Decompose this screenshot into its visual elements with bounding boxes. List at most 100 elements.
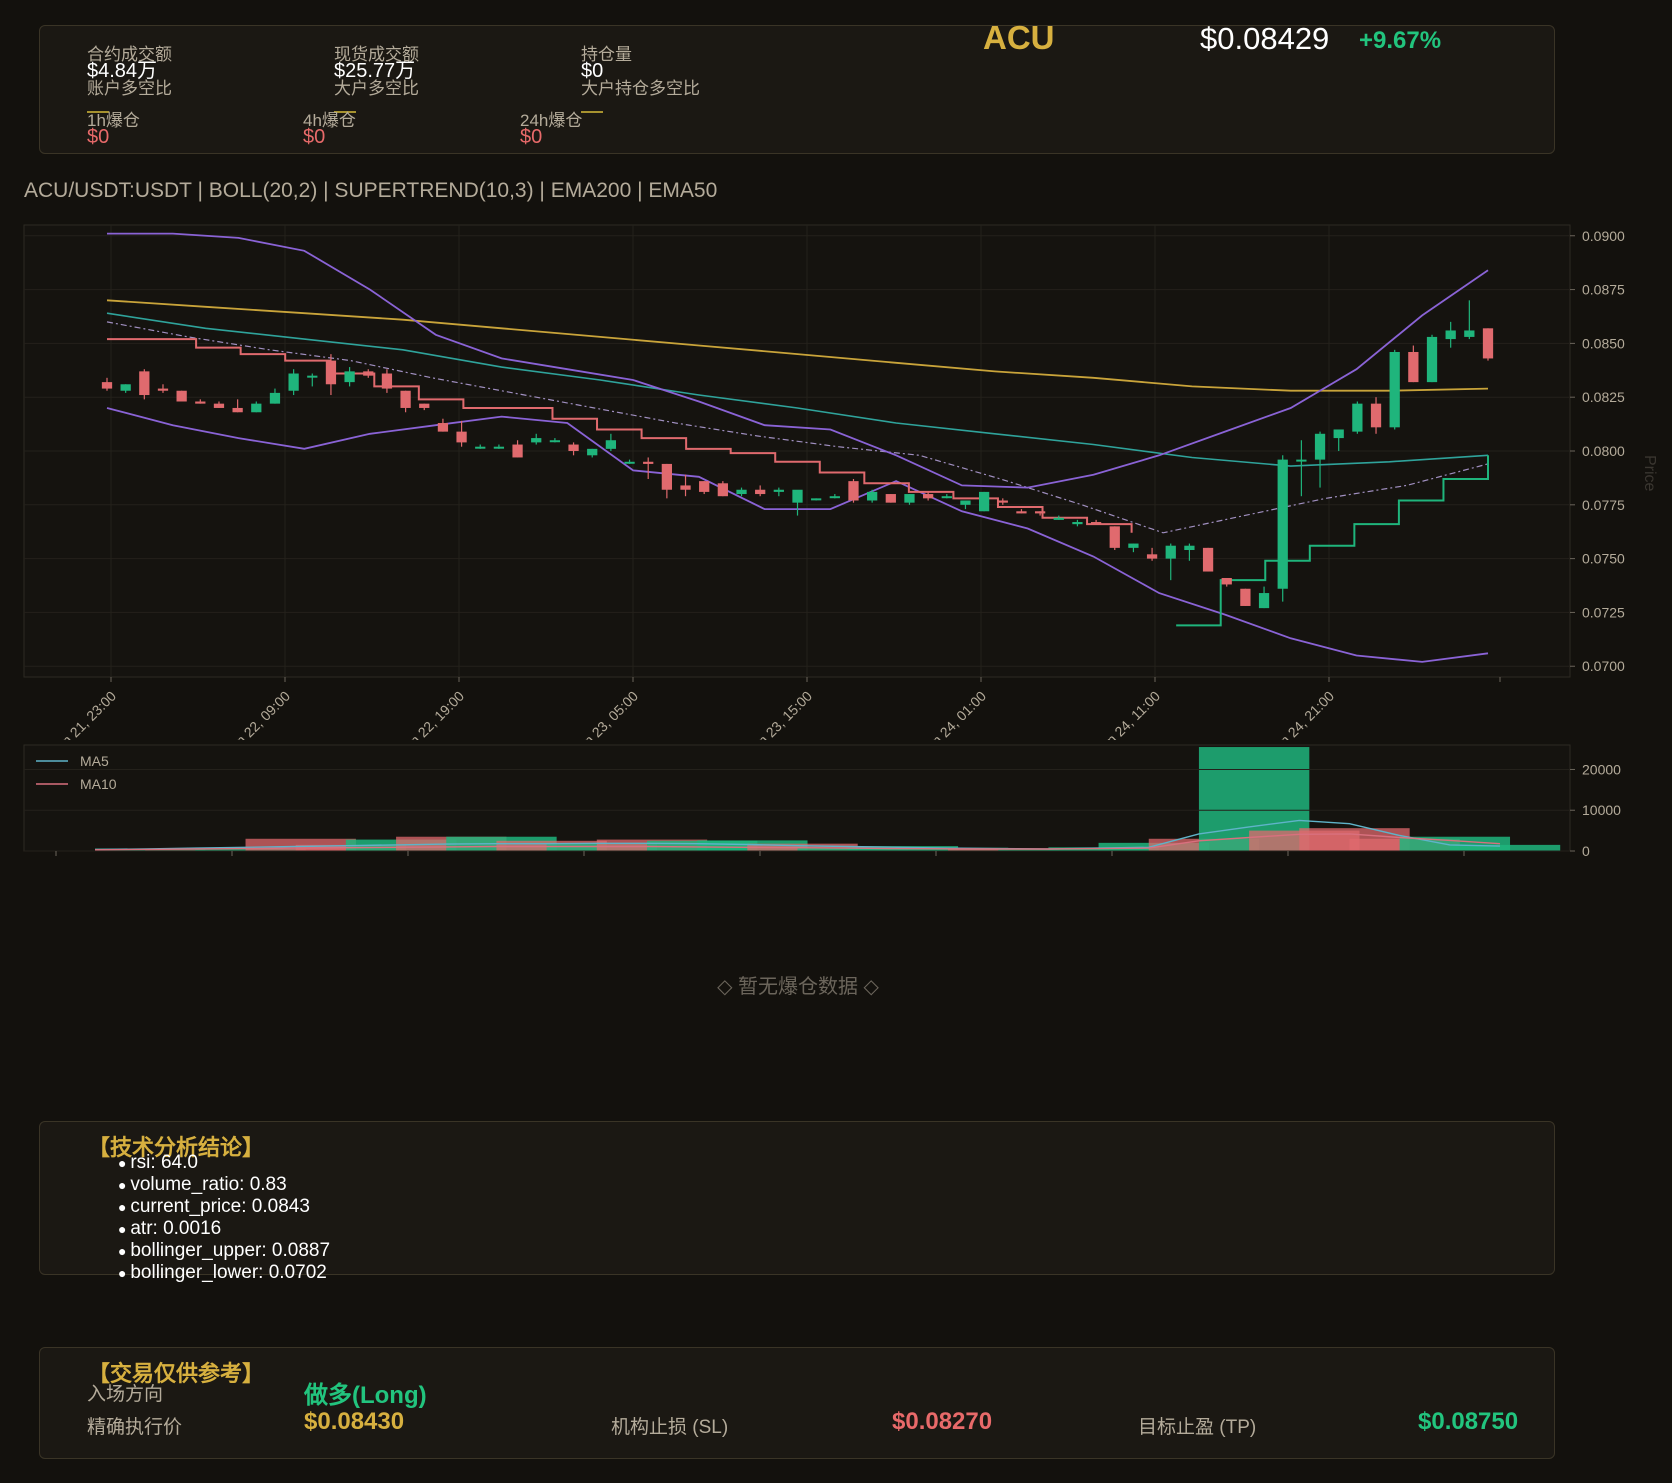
candle-body — [456, 431, 467, 443]
x-tick-label: Jun 22, 09:00 — [222, 688, 293, 740]
coin-change-percent: +9.67% — [1359, 27, 1442, 54]
y-tick-label: 0.0750 — [1582, 551, 1625, 567]
analysis-item: atr: 0.0016 — [118, 1218, 330, 1240]
take-profit-label: 目标止盈 (TP) — [1138, 1417, 1257, 1438]
y-tick-label: 0.0900 — [1582, 228, 1625, 244]
candle-body — [1296, 459, 1307, 462]
candle — [1277, 455, 1288, 602]
coin-price: $0.08429 — [1200, 21, 1330, 56]
candle — [1202, 547, 1214, 572]
stat-open-interest: 持仓量 $0 — [581, 46, 632, 81]
analysis-item: volume_ratio: 0.83 — [118, 1174, 330, 1196]
candle-body — [1109, 526, 1120, 548]
candle-body — [792, 489, 803, 503]
x-tick-label: Jun 24, 21:00 — [1266, 688, 1337, 740]
candle-body — [848, 481, 859, 501]
candle-body — [419, 403, 430, 408]
candle-body — [195, 401, 206, 404]
candle — [1352, 401, 1363, 434]
candle-body — [904, 494, 915, 503]
candle-body — [978, 491, 990, 512]
time-x-axis: Jun 21, 23:00 Jun 22, 09:00 Jun 22, 19:00 J… — [48, 677, 1501, 740]
y-tick-label: 0.0700 — [1582, 658, 1625, 674]
y-tick-label: 0.0825 — [1582, 389, 1625, 405]
stat-account-long-short: 账户多空比 — [87, 80, 172, 113]
candle-body — [1202, 547, 1214, 572]
candle-body — [1314, 433, 1326, 460]
trade-panel: 【交易仅供参考】 入场方向 做多(Long) 精确执行价 $0.08430 机构… — [39, 1347, 1555, 1459]
candle — [1109, 526, 1120, 551]
candle-body — [363, 371, 374, 376]
y-tick-label: 0.0800 — [1582, 443, 1625, 459]
candle-body — [643, 461, 654, 464]
candle-body — [1016, 511, 1027, 514]
candle-body — [736, 489, 747, 495]
stat-liquidation-24h: 24h爆仓 $0 — [520, 112, 582, 148]
candle — [1240, 588, 1251, 606]
legend-label: MA5 — [80, 753, 109, 769]
candle-body — [1370, 403, 1382, 428]
candle — [978, 491, 990, 512]
entry-price-value: $0.08430 — [304, 1408, 405, 1435]
candle-body — [475, 446, 486, 449]
candle-body — [624, 461, 635, 464]
stat-value: $0 — [520, 126, 543, 148]
take-profit-value: $0.08750 — [1418, 1408, 1519, 1435]
candle-body — [1408, 351, 1419, 383]
candle-body — [717, 483, 728, 497]
candle-body — [1034, 511, 1046, 514]
stat-label: 账户多空比 — [87, 79, 172, 98]
entry-price-label: 精确执行价 — [87, 1417, 183, 1438]
candle-body — [605, 440, 617, 449]
y-axis-label: Price — [1641, 455, 1658, 492]
candle-body — [587, 448, 598, 456]
candle-body — [1221, 577, 1232, 585]
candle-body — [1090, 522, 1102, 525]
x-tick-label: Jun 23, 05:00 — [570, 688, 641, 740]
candle-body — [885, 494, 896, 503]
candle-body — [437, 423, 449, 432]
candle-body — [867, 491, 878, 501]
vol-y-tick-label: 20000 — [1582, 761, 1621, 777]
analysis-list: rsi: 64.0 volume_ratio: 0.83 current_pri… — [118, 1152, 330, 1284]
volume-chart: 0 10000 20000 MA5 MA10 — [23, 744, 1621, 859]
candle-body — [960, 500, 971, 505]
candle-body — [512, 444, 523, 458]
candle-body — [101, 382, 113, 389]
candle-body — [157, 388, 169, 391]
candle-body — [531, 438, 542, 443]
x-tick-label: Jun 23, 15:00 — [744, 688, 815, 740]
stat-value: $4.84万 — [87, 60, 158, 82]
legend-label: MA10 — [80, 776, 117, 792]
analysis-item: rsi: 64.0 — [118, 1152, 330, 1174]
candle — [848, 478, 859, 503]
price-chart: 0.0700 0.0725 0.0750 0.0775 0.0800 0.0825 0.08… — [23, 224, 1658, 740]
price-y-axis: 0.0700 0.0725 0.0750 0.0775 0.0800 0.0825 0.08… — [1570, 228, 1658, 674]
stat-liquidation-4h: 4h爆仓 $0 — [303, 112, 356, 147]
candle-body — [1482, 328, 1494, 359]
candle-body — [1426, 336, 1438, 383]
candle-body — [120, 384, 131, 391]
candle-body — [811, 498, 822, 501]
candle-body — [493, 446, 505, 449]
price-grid — [23, 224, 1571, 678]
candle-body — [1184, 545, 1195, 551]
y-tick-label: 0.0875 — [1582, 282, 1625, 298]
candle-body — [1445, 330, 1456, 340]
y-tick-label: 0.0850 — [1582, 335, 1625, 351]
candle-body — [829, 496, 840, 499]
stat-whale-position-long-short: 大户持仓多空比 — [581, 80, 700, 113]
vol-y-tick-label: 0 — [1582, 843, 1590, 859]
stat-value: $0 — [87, 126, 110, 148]
candle-body — [325, 360, 337, 385]
candle — [717, 481, 728, 497]
analysis-panel: 【技术分析结论】 rsi: 64.0 volume_ratio: 0.83 cu… — [39, 1121, 1555, 1283]
stat-label: 大户多空比 — [334, 79, 419, 98]
candle — [885, 494, 896, 503]
x-tick-label: Jun 21, 23:00 — [48, 688, 119, 740]
candle-body — [1128, 543, 1139, 548]
candle-body — [1352, 403, 1363, 432]
candle-body — [1389, 351, 1400, 428]
x-tick-label: Jun 24, 01:00 — [918, 688, 989, 740]
candle-body — [1240, 588, 1251, 606]
